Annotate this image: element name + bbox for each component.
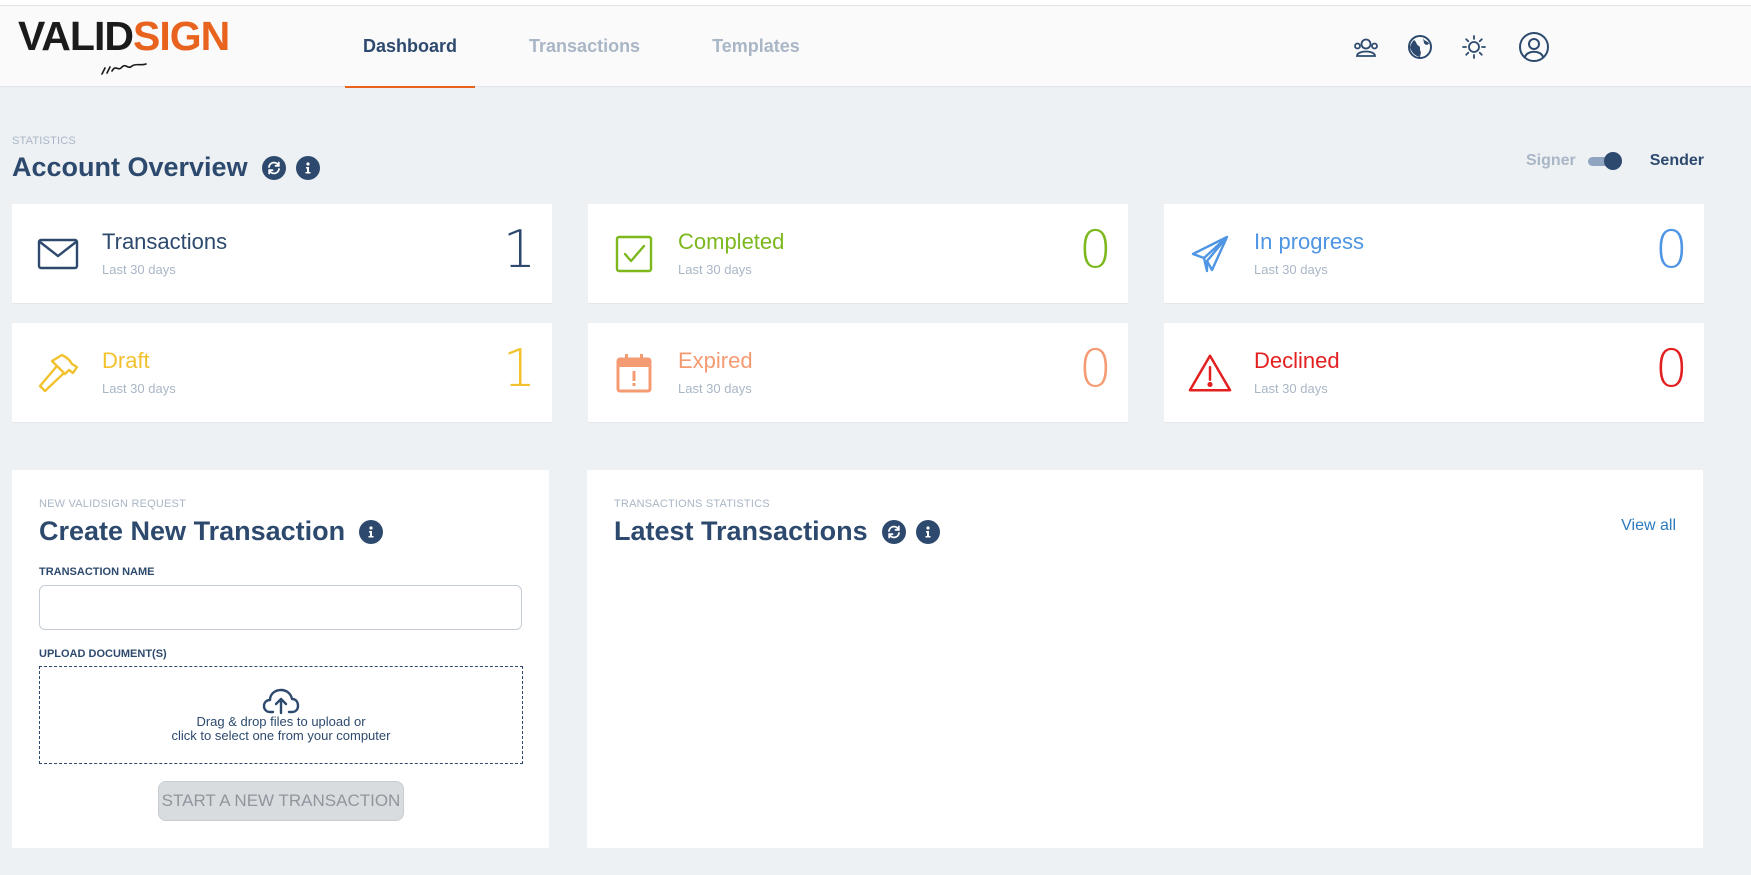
envelope-icon bbox=[36, 232, 80, 276]
header-icon-group bbox=[1327, 6, 1551, 87]
nav-tab-templates[interactable]: Templates bbox=[694, 6, 818, 87]
dropzone-text-line1: Drag & drop files to upload or bbox=[196, 714, 366, 729]
create-transaction-panel: NEW VALIDSIGN REQUEST Create New Transac… bbox=[12, 470, 549, 848]
logo-wordmark: VALIDSIGN bbox=[18, 16, 238, 57]
role-switch[interactable] bbox=[1587, 152, 1622, 170]
stat-label: Draft bbox=[102, 348, 150, 373]
start-transaction-button[interactable]: START A NEW TRANSACTION bbox=[158, 781, 404, 821]
stat-sub: Last 30 days bbox=[1254, 381, 1328, 396]
signer-sender-toggle: Signer Sender bbox=[1526, 152, 1704, 170]
latest-title: Latest Transactions bbox=[614, 516, 868, 546]
create-eyebrow: NEW VALIDSIGN REQUEST bbox=[39, 498, 187, 510]
stat-card-expired[interactable]: Expired Last 30 days 0 bbox=[588, 323, 1128, 423]
toggle-label-sender[interactable]: Sender bbox=[1650, 152, 1704, 170]
logo-part-sign: SIGN bbox=[132, 13, 230, 59]
stat-value: 0 bbox=[1078, 339, 1112, 399]
nav-tab-transactions[interactable]: Transactions bbox=[511, 6, 658, 87]
logo-part-valid: VALID bbox=[18, 13, 134, 59]
checkbox-icon bbox=[612, 232, 656, 276]
transaction-name-label: TRANSACTION NAME bbox=[39, 566, 155, 578]
globe-icon[interactable] bbox=[1405, 32, 1435, 62]
refresh-icon[interactable] bbox=[881, 519, 906, 544]
nav-tab-dashboard[interactable]: Dashboard bbox=[345, 6, 476, 88]
switch-knob bbox=[1603, 152, 1622, 170]
stat-sub: Last 30 days bbox=[678, 381, 752, 396]
document-dropzone[interactable]: Drag & drop files to upload or click to … bbox=[39, 666, 523, 764]
create-title-row: Create New Transaction bbox=[39, 516, 384, 547]
info-icon[interactable] bbox=[359, 519, 384, 544]
latest-eyebrow: TRANSACTIONS STATISTICS bbox=[614, 498, 770, 510]
transaction-name-input[interactable] bbox=[39, 585, 522, 630]
validsign-logo[interactable]: VALIDSIGN bbox=[18, 16, 238, 82]
hammer-icon bbox=[36, 351, 80, 395]
theme-sun-icon[interactable] bbox=[1459, 32, 1489, 62]
refresh-icon[interactable] bbox=[261, 155, 286, 180]
stat-card-completed[interactable]: Completed Last 30 days 0 bbox=[588, 204, 1128, 304]
paper-plane-icon bbox=[1188, 232, 1232, 276]
stat-label: Transactions bbox=[102, 229, 228, 254]
stat-card-draft[interactable]: Draft Last 30 days 1 bbox=[12, 323, 552, 423]
cloud-upload-icon bbox=[262, 688, 300, 715]
top-header: VALIDSIGN Dashboard Transactions Templat… bbox=[0, 6, 1751, 88]
stat-value: 0 bbox=[1078, 220, 1112, 280]
stat-sub: Last 30 days bbox=[1254, 262, 1328, 277]
stat-sub: Last 30 days bbox=[678, 262, 752, 277]
toggle-label-signer[interactable]: Signer bbox=[1526, 152, 1576, 170]
user-account-icon[interactable] bbox=[1517, 30, 1551, 64]
stat-value: 0 bbox=[1654, 220, 1688, 280]
upload-documents-label: UPLOAD DOCUMENT(S) bbox=[39, 648, 167, 660]
stat-label: In progress bbox=[1254, 229, 1365, 254]
page-title: Account Overview bbox=[12, 152, 248, 182]
info-icon[interactable] bbox=[915, 519, 940, 544]
latest-transactions-panel: TRANSACTIONS STATISTICS Latest Transacti… bbox=[587, 470, 1703, 848]
stat-sub: Last 30 days bbox=[102, 262, 176, 277]
view-all-link[interactable]: View all bbox=[1621, 517, 1676, 535]
info-icon[interactable] bbox=[295, 155, 320, 180]
stat-label: Completed bbox=[678, 229, 785, 254]
stat-card-transactions[interactable]: Transactions Last 30 days 1 bbox=[12, 204, 552, 304]
stat-card-declined[interactable]: Declined Last 30 days 0 bbox=[1164, 323, 1704, 423]
overview-eyebrow: STATISTICS bbox=[12, 135, 76, 147]
stat-card-in-progress[interactable]: In progress Last 30 days 0 bbox=[1164, 204, 1704, 304]
logo-signature-mark bbox=[101, 63, 147, 75]
stat-label: Expired bbox=[678, 348, 753, 373]
main-nav: Dashboard Transactions Templates bbox=[345, 6, 854, 88]
dropzone-text-line2: click to select one from your computer bbox=[171, 728, 391, 743]
warning-icon bbox=[1188, 351, 1232, 395]
stat-value: 1 bbox=[502, 339, 536, 399]
overview-title-row: Account Overview bbox=[12, 152, 320, 183]
latest-title-row: Latest Transactions bbox=[614, 516, 940, 547]
stat-label: Declined bbox=[1254, 348, 1340, 373]
create-title: Create New Transaction bbox=[39, 516, 346, 546]
stat-sub: Last 30 days bbox=[102, 381, 176, 396]
stat-value: 0 bbox=[1654, 339, 1688, 399]
calendar-alert-icon bbox=[612, 351, 656, 395]
stat-value: 1 bbox=[502, 220, 536, 280]
contacts-icon[interactable] bbox=[1351, 32, 1381, 62]
